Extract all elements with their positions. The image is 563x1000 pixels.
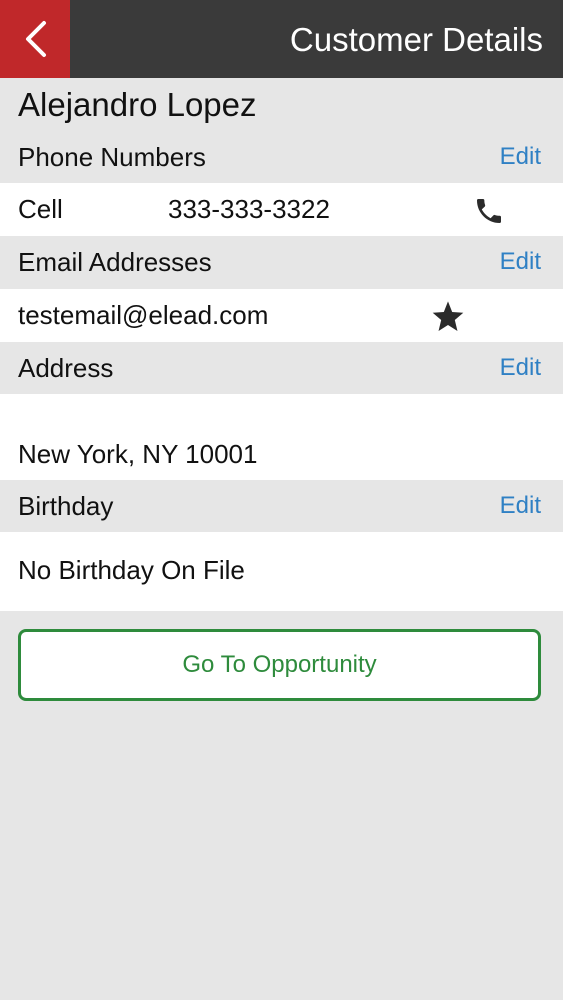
birthday-section-header: Birthday Edit — [0, 481, 563, 531]
nav-header: Customer Details — [0, 0, 563, 78]
birthday-row: No Birthday On File — [0, 532, 563, 611]
birthday-value: No Birthday On File — [18, 555, 245, 585]
address-edit-link[interactable]: Edit — [500, 343, 541, 393]
go-to-opportunity-label: Go To Opportunity — [182, 651, 377, 678]
phone-edit-link[interactable]: Edit — [500, 132, 541, 182]
chevron-left-icon — [26, 21, 46, 57]
email-section-header: Email Addresses Edit — [0, 237, 563, 287]
address-section-header: Address Edit — [0, 343, 563, 393]
birthday-section-label: Birthday — [18, 491, 114, 521]
go-to-opportunity-button[interactable]: Go To Opportunity — [18, 629, 541, 701]
address-section-label: Address — [18, 353, 114, 383]
birthday-edit-link[interactable]: Edit — [500, 481, 541, 531]
star-icon[interactable] — [431, 300, 465, 332]
phone-section-label: Phone Numbers — [18, 142, 206, 172]
phone-section-header: Phone Numbers Edit — [0, 132, 563, 182]
customer-name: Alejandro Lopez — [18, 86, 257, 123]
email-address: testemail@elead.com — [18, 300, 269, 330]
phone-row[interactable]: Cell 333-333-3322 — [0, 183, 563, 236]
phone-type: Cell — [18, 194, 63, 224]
address-row: New York, NY 10001 — [0, 394, 563, 480]
email-row[interactable]: testemail@elead.com — [0, 289, 563, 342]
back-button[interactable] — [0, 0, 70, 78]
phone-number: 333-333-3322 — [168, 194, 330, 224]
email-edit-link[interactable]: Edit — [500, 237, 541, 287]
email-section-label: Email Addresses — [18, 247, 212, 277]
address-city-line: New York, NY 10001 — [18, 439, 258, 469]
phone-icon[interactable] — [473, 195, 505, 227]
page-title: Customer Details — [289, 21, 543, 58]
